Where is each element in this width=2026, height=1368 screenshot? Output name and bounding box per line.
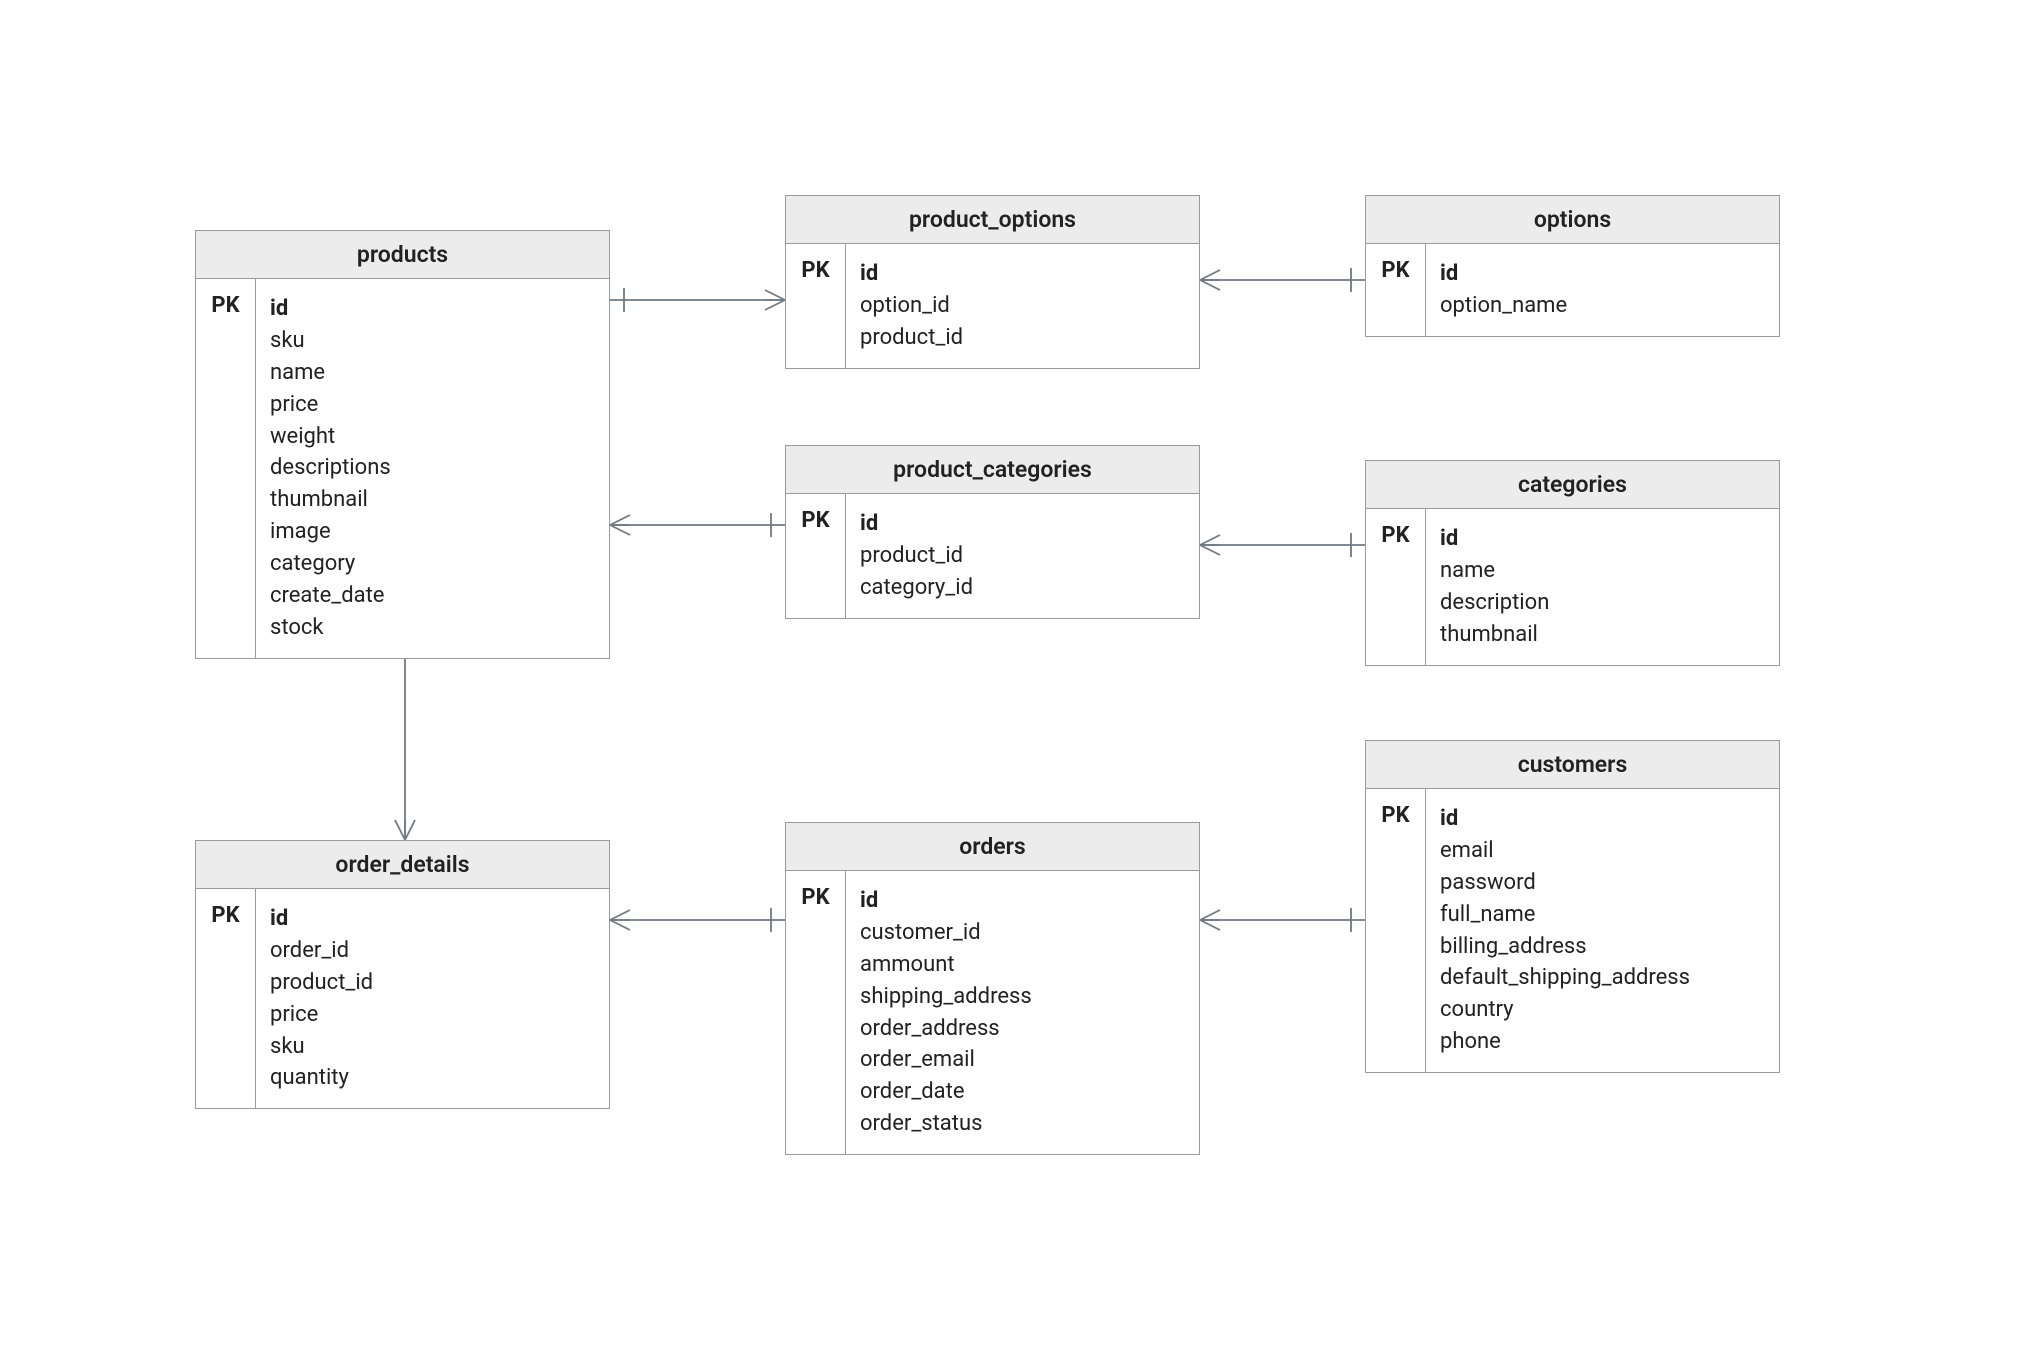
entity-order-details: order_details PK id order_id product_id …: [195, 840, 610, 1109]
field: order_email: [860, 1044, 1185, 1076]
fields-column: id sku name price weight descriptions th…: [256, 279, 609, 658]
field: option_id: [860, 290, 1185, 322]
entity-title: products: [196, 231, 609, 279]
pk-column: PK: [786, 494, 846, 618]
field: product_id: [860, 540, 1185, 572]
field: price: [270, 999, 595, 1031]
pk-column: PK: [196, 279, 256, 658]
field: stock: [270, 612, 595, 644]
field: description: [1440, 587, 1765, 619]
entity-title: customers: [1366, 741, 1779, 789]
fields-column: id option_name: [1426, 244, 1779, 336]
pk-column: PK: [196, 889, 256, 1108]
pk-column: PK: [786, 871, 846, 1154]
entity-product-options: product_options PK id option_id product_…: [785, 195, 1200, 369]
field: image: [270, 516, 595, 548]
field: shipping_address: [860, 981, 1185, 1013]
pk-column: PK: [1366, 789, 1426, 1072]
field: order_date: [860, 1076, 1185, 1108]
entity-products: products PK id sku name price weight des…: [195, 230, 610, 659]
field: quantity: [270, 1062, 595, 1094]
field: product_id: [270, 967, 595, 999]
field: sku: [270, 325, 595, 357]
field: name: [270, 357, 595, 389]
field: billing_address: [1440, 931, 1765, 963]
field-pk: id: [860, 885, 1185, 917]
fields-column: id option_id product_id: [846, 244, 1199, 368]
field-pk: id: [1440, 803, 1765, 835]
entity-title: options: [1366, 196, 1779, 244]
field: sku: [270, 1031, 595, 1063]
entity-options: options PK id option_name: [1365, 195, 1780, 337]
field: order_status: [860, 1108, 1185, 1140]
field: category: [270, 548, 595, 580]
entity-customers: customers PK id email password full_name…: [1365, 740, 1780, 1073]
field: country: [1440, 994, 1765, 1026]
fields-column: id name description thumbnail: [1426, 509, 1779, 665]
field: order_address: [860, 1013, 1185, 1045]
field: category_id: [860, 572, 1185, 604]
field-pk: id: [1440, 523, 1765, 555]
field: option_name: [1440, 290, 1765, 322]
field-pk: id: [860, 258, 1185, 290]
field: weight: [270, 421, 595, 453]
field-pk: id: [270, 293, 595, 325]
field-pk: id: [1440, 258, 1765, 290]
pk-column: PK: [786, 244, 846, 368]
er-diagram-canvas: products PK id sku name price weight des…: [0, 0, 2026, 1368]
field: password: [1440, 867, 1765, 899]
entity-title: product_categories: [786, 446, 1199, 494]
field: ammount: [860, 949, 1185, 981]
entity-title: product_options: [786, 196, 1199, 244]
fields-column: id order_id product_id price sku quantit…: [256, 889, 609, 1108]
fields-column: id email password full_name billing_addr…: [1426, 789, 1779, 1072]
field: default_shipping_address: [1440, 962, 1765, 994]
field: product_id: [860, 322, 1185, 354]
pk-column: PK: [1366, 244, 1426, 336]
field: thumbnail: [270, 484, 595, 516]
pk-column: PK: [1366, 509, 1426, 665]
entity-title: orders: [786, 823, 1199, 871]
field: order_id: [270, 935, 595, 967]
field: email: [1440, 835, 1765, 867]
field: full_name: [1440, 899, 1765, 931]
fields-column: id customer_id ammount shipping_address …: [846, 871, 1199, 1154]
field: name: [1440, 555, 1765, 587]
field: create_date: [270, 580, 595, 612]
field: customer_id: [860, 917, 1185, 949]
field-pk: id: [270, 903, 595, 935]
entity-product-categories: product_categories PK id product_id cate…: [785, 445, 1200, 619]
field: descriptions: [270, 452, 595, 484]
field: phone: [1440, 1026, 1765, 1058]
entity-categories: categories PK id name description thumbn…: [1365, 460, 1780, 666]
fields-column: id product_id category_id: [846, 494, 1199, 618]
field: thumbnail: [1440, 619, 1765, 651]
field-pk: id: [860, 508, 1185, 540]
entity-orders: orders PK id customer_id ammount shippin…: [785, 822, 1200, 1155]
entity-title: order_details: [196, 841, 609, 889]
entity-title: categories: [1366, 461, 1779, 509]
field: price: [270, 389, 595, 421]
